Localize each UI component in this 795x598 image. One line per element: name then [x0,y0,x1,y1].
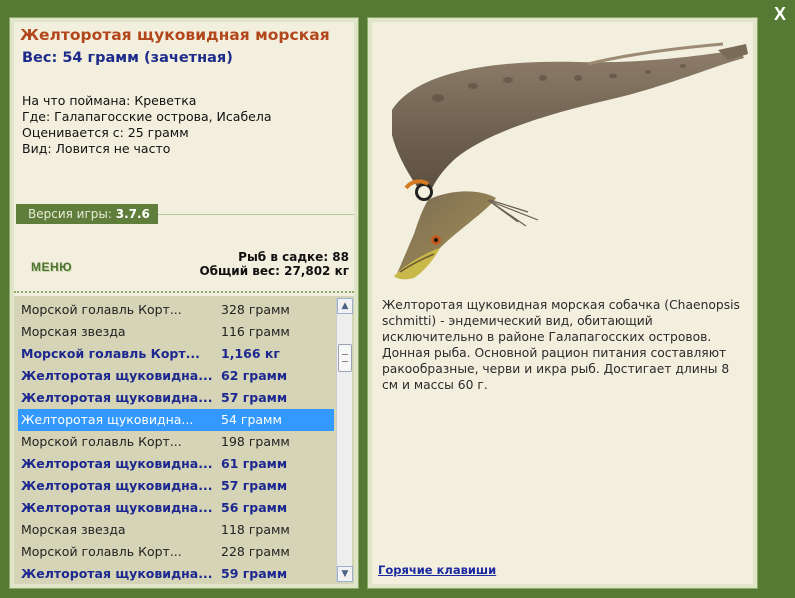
list-item-name: Желторотая щуковидна... [21,456,213,471]
list-item-name: Желторотая щуковидна... [21,500,213,515]
list-item-weight: 1,166 кг [221,346,280,361]
list-item[interactable]: Желторотая щуковидна... 57 грамм [18,387,334,409]
list-item-name: Морской голавль Корт... [21,346,200,361]
list-item-weight: 54 грамм [221,412,282,427]
list-item[interactable]: Морской голавль Корт... 1,166 кг [18,343,334,365]
list-item-name: Морской голавль Корт... [21,544,182,559]
list-item[interactable]: Желторотая щуковидна... 57 грамм [18,475,334,497]
catch-list[interactable]: Морской голавль Корт... 328 грамм Морская … [14,296,354,584]
scroll-thumb[interactable] [338,344,352,372]
list-item-weight: 59 грамм [221,566,288,581]
fish-weight: Вес: 54 грамм (зачетная) [22,50,233,66]
list-item[interactable]: Морской голавль Корт... 198 грамм [18,431,334,453]
version-value: 3.7.6 [115,207,150,221]
list-item-name: Морской голавль Корт... [21,434,182,449]
list-item-weight: 61 грамм [221,456,288,471]
list-item-name: Желторотая щуковидна... [21,368,213,383]
list-item[interactable]: Морской голавль Корт... 228 грамм [18,541,334,563]
list-item-weight: 198 грамм [221,434,290,449]
fish-description: Желторотая щуковидная морская собачка (C… [382,298,740,392]
list-item-name: Морская звезда [21,324,126,339]
list-item-name: Морской голавль Корт... [21,302,182,317]
divider [14,291,354,293]
list-item-weight: 62 грамм [221,368,288,383]
close-icon[interactable]: X [770,4,790,24]
list-item[interactable]: Желторотая щуковидна... 61 грамм [18,453,334,475]
list-item-weight: 57 грамм [221,390,288,405]
list-item[interactable]: Желторотая щуковидна... 59 грамм [18,563,334,584]
scroll-down-icon[interactable]: ▼ [337,566,353,582]
list-item[interactable]: Желторотая щуковидна... 54 грамм [18,409,334,431]
list-item[interactable]: Морская звезда 116 грамм [18,321,334,343]
list-item-weight: 118 грамм [221,522,290,537]
list-item-weight: 328 грамм [221,302,290,317]
fish-title: Желторотая щуковидная морская [20,26,330,44]
list-item-weight: 228 грамм [221,544,290,559]
version-label: Версия игры: [28,207,112,221]
total-weight: Общий вес: 27,802 кг [199,264,349,278]
list-item-weight: 56 грамм [221,500,288,515]
list-item-name: Морская звезда [21,522,126,537]
list-item-name: Желторотая щуковидна... [21,566,213,581]
list-item[interactable]: Желторотая щуковидна... 62 грамм [18,365,334,387]
catch-list-items: Морской голавль Корт... 328 грамм Морская … [18,299,334,584]
list-item-name: Желторотая щуковидна... [21,478,213,493]
info-bait: На что поймана: Креветка [22,93,197,108]
list-item-weight: 116 грамм [221,324,290,339]
version-badge: Версия игры: 3.7.6 [16,204,158,224]
list-item-name: Желторотая щуковидна... [21,412,194,427]
scroll-up-icon[interactable]: ▲ [337,298,353,314]
info-min-weight: Оценивается с: 25 грамм [22,125,189,140]
menu-button[interactable]: МЕНЮ [31,260,72,274]
divider [158,214,354,215]
scrollbar[interactable]: ▲ ▼ [336,298,353,582]
fish-count: Рыб в садке: 88 [238,250,349,264]
list-item[interactable]: Морская звезда 118 грамм [18,519,334,541]
list-item-name: Желторотая щуковидна... [21,390,213,405]
catch-stats: Рыб в садке: 88 Общий вес: 27,802 кг [199,250,349,278]
fish-image [392,42,748,280]
hotkeys-link[interactable]: Горячие клавиши [378,563,496,577]
list-item[interactable]: Желторотая щуковидна... 56 грамм [18,497,334,519]
info-rarity: Вид: Ловится не часто [22,141,171,156]
list-item-weight: 57 грамм [221,478,288,493]
list-item[interactable]: Морской голавль Корт... 328 грамм [18,299,334,321]
info-location: Где: Галапагосские острова, Исабела [22,109,272,124]
